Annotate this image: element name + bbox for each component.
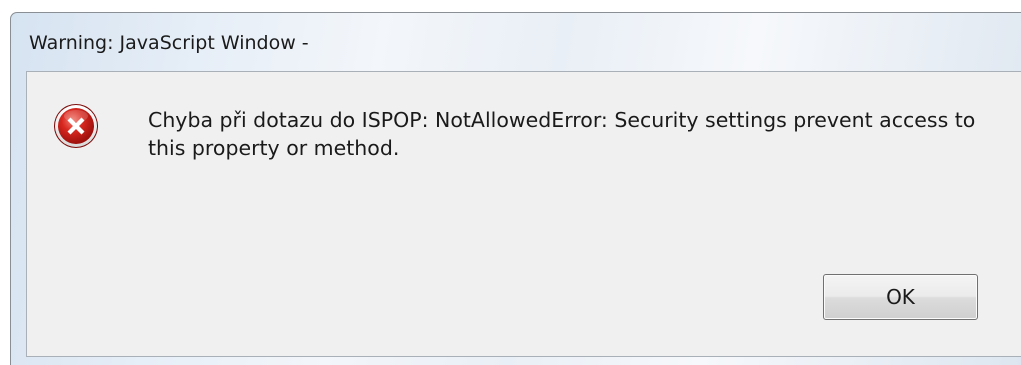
title-bar[interactable]: Warning: JavaScript Window - <box>11 13 1021 71</box>
error-icon <box>53 103 99 149</box>
window-title: Warning: JavaScript Window - <box>29 32 309 54</box>
ok-button[interactable]: OK <box>823 274 978 320</box>
dialog-content: Chyba při dotazu do ISPOP: NotAllowedErr… <box>26 71 1021 357</box>
dialog-window: Warning: JavaScript Window - Chyba při d… <box>10 12 1021 365</box>
error-message: Chyba při dotazu do ISPOP: NotAllowedErr… <box>148 108 976 160</box>
